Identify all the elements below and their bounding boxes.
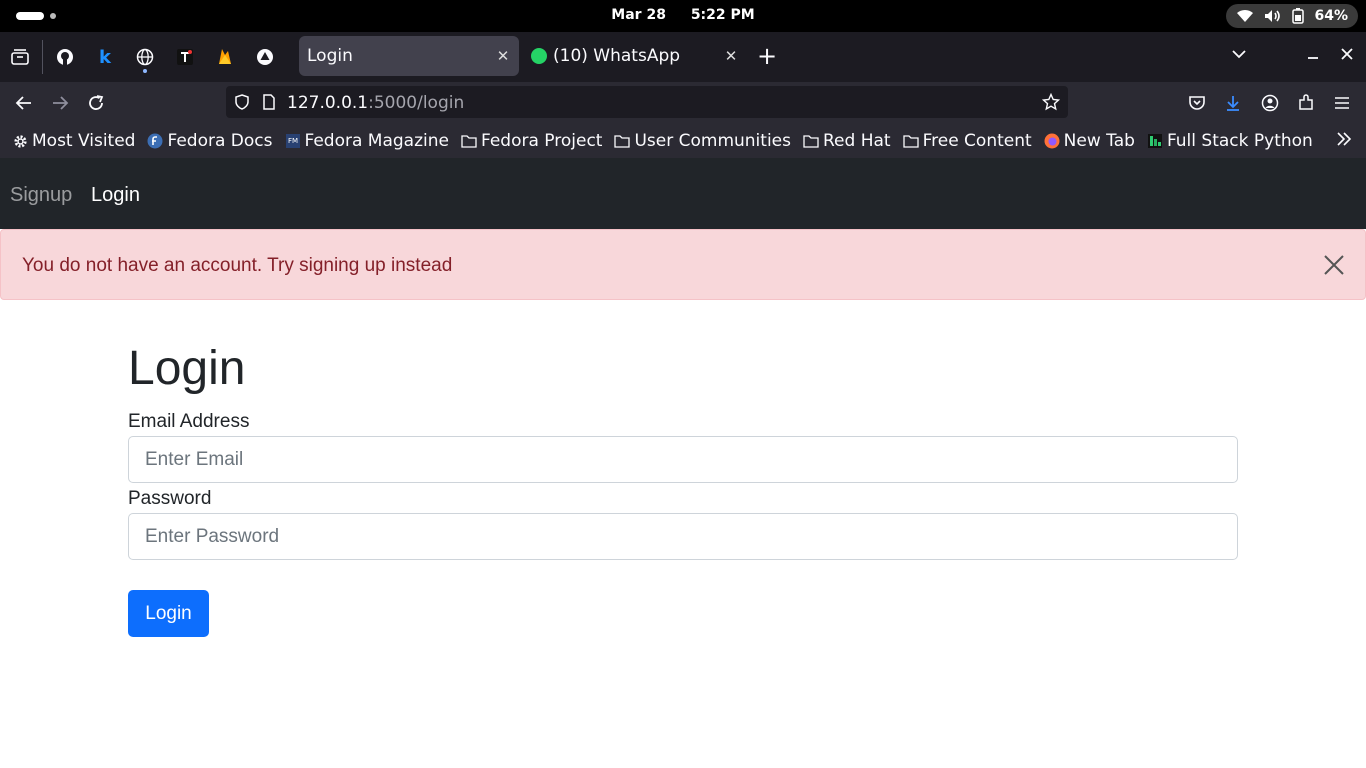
github-icon[interactable] [53, 45, 77, 69]
site-navbar: Signup Login [0, 158, 1366, 229]
firebase-icon[interactable] [213, 45, 237, 69]
minimize-button[interactable] [1306, 46, 1320, 66]
bookmark-label: Red Hat [823, 131, 891, 151]
url-path: :5000/login [368, 93, 465, 113]
bookmarks-toolbar: Most Visited Fedora Docs FM Fedora Magaz… [0, 124, 1366, 158]
tab-title: Login [307, 46, 353, 66]
url-host: 127.0.0.1 [287, 93, 369, 113]
whatsapp-icon [531, 48, 547, 64]
password-field[interactable] [128, 513, 1238, 560]
bookmarks-overflow-icon[interactable] [1336, 131, 1352, 152]
downloads-icon[interactable] [1222, 92, 1244, 114]
vercel-icon[interactable] [253, 45, 277, 69]
system-top-bar: Mar 28 5:22 PM 64% [0, 0, 1366, 32]
firefox-icon [1044, 133, 1060, 149]
fullstackpython-icon [1147, 133, 1163, 149]
url-text: 127.0.0.1:5000/login [287, 93, 464, 113]
folder-icon [461, 133, 477, 149]
bookmark-label: User Communities [634, 131, 791, 151]
notion-icon[interactable] [173, 45, 197, 69]
web-page: Signup Login You do not have an account.… [0, 158, 1366, 768]
page-info-icon[interactable] [262, 94, 276, 114]
pocket-icon[interactable] [1186, 92, 1208, 114]
bookmark-fedora-project[interactable]: Fedora Project [461, 131, 602, 151]
folder-icon [614, 133, 631, 149]
close-icon[interactable]: ✕ [723, 48, 739, 64]
nav-link-signup[interactable]: Signup [10, 184, 72, 207]
error-alert: You do not have an account. Try signing … [0, 229, 1366, 300]
new-tab-button[interactable]: + [757, 44, 777, 68]
email-field[interactable] [128, 436, 1238, 483]
tab-title: (10) WhatsApp [553, 46, 681, 66]
fedora-icon [147, 133, 163, 149]
bookmark-label: Free Content [922, 131, 1032, 151]
svg-text:FM: FM [287, 137, 297, 145]
back-arrow-icon[interactable] [13, 92, 35, 114]
password-label: Password [128, 488, 212, 509]
bookmark-label: Fedora Magazine [304, 131, 449, 151]
volume-icon [1265, 10, 1281, 22]
forward-arrow-icon[interactable] [49, 92, 71, 114]
account-icon[interactable] [1259, 92, 1281, 114]
bookmark-label: New Tab [1063, 131, 1135, 151]
gear-icon [12, 133, 28, 149]
bookmark-most-visited[interactable]: Most Visited [12, 131, 135, 151]
bookmark-fedora-docs[interactable]: Fedora Docs [147, 131, 273, 151]
bookmark-new-tab[interactable]: New Tab [1044, 131, 1135, 151]
tab-separator [42, 40, 43, 74]
system-menu[interactable]: 64% [1226, 4, 1358, 28]
bookmark-free-content[interactable]: Free Content [902, 131, 1032, 151]
bookmark-full-stack-python[interactable]: Full Stack Python [1147, 131, 1313, 151]
tab-whatsapp[interactable]: (10) WhatsApp ✕ [527, 36, 747, 76]
menu-hamburger-icon[interactable] [1331, 92, 1353, 114]
battery-icon [1292, 8, 1305, 24]
browser-tab-strip: k Login ✕ (10) WhatsApp ✕ + [0, 32, 1366, 82]
reload-icon[interactable] [85, 92, 107, 114]
window-close-button[interactable] [1340, 46, 1354, 66]
extensions-icon[interactable] [1295, 92, 1317, 114]
bookmark-user-communities[interactable]: User Communities [614, 131, 791, 151]
k-app-icon[interactable]: k [93, 45, 117, 69]
tab-overview-icon[interactable] [8, 45, 32, 69]
tab-login[interactable]: Login ✕ [299, 36, 519, 76]
shield-icon[interactable] [234, 94, 250, 114]
globe-icon[interactable] [133, 45, 157, 73]
folder-icon [803, 133, 819, 149]
wifi-icon [1237, 9, 1254, 22]
bookmark-red-hat[interactable]: Red Hat [803, 131, 891, 151]
battery-percent: 64% [1314, 8, 1348, 24]
login-button[interactable]: Login [128, 590, 209, 637]
address-bar[interactable]: 127.0.0.1:5000/login [226, 86, 1068, 118]
bookmark-label: Full Stack Python [1166, 131, 1313, 151]
bookmark-label: Fedora Docs [167, 131, 273, 151]
clock-time: 5:22 PM [690, 7, 755, 23]
alert-message: You do not have an account. Try signing … [22, 255, 453, 276]
folder-icon [902, 133, 919, 149]
close-icon[interactable]: ✕ [495, 48, 511, 64]
close-icon[interactable] [1321, 252, 1347, 278]
bookmark-fedora-magazine[interactable]: FM Fedora Magazine [285, 131, 449, 151]
clock[interactable]: Mar 28 5:22 PM [0, 7, 1366, 23]
nav-link-login[interactable]: Login [91, 184, 140, 207]
fedora-magazine-icon: FM [285, 133, 301, 149]
list-all-tabs-chevron-icon[interactable] [1231, 46, 1247, 66]
clock-date: Mar 28 [611, 7, 666, 23]
email-label: Email Address [128, 411, 250, 432]
bookmark-label: Most Visited [32, 131, 136, 151]
browser-toolbar: 127.0.0.1:5000/login [0, 82, 1366, 124]
bookmark-star-icon[interactable] [1041, 92, 1061, 115]
page-title: Login [128, 342, 246, 395]
bookmark-label: Fedora Project [480, 131, 603, 151]
